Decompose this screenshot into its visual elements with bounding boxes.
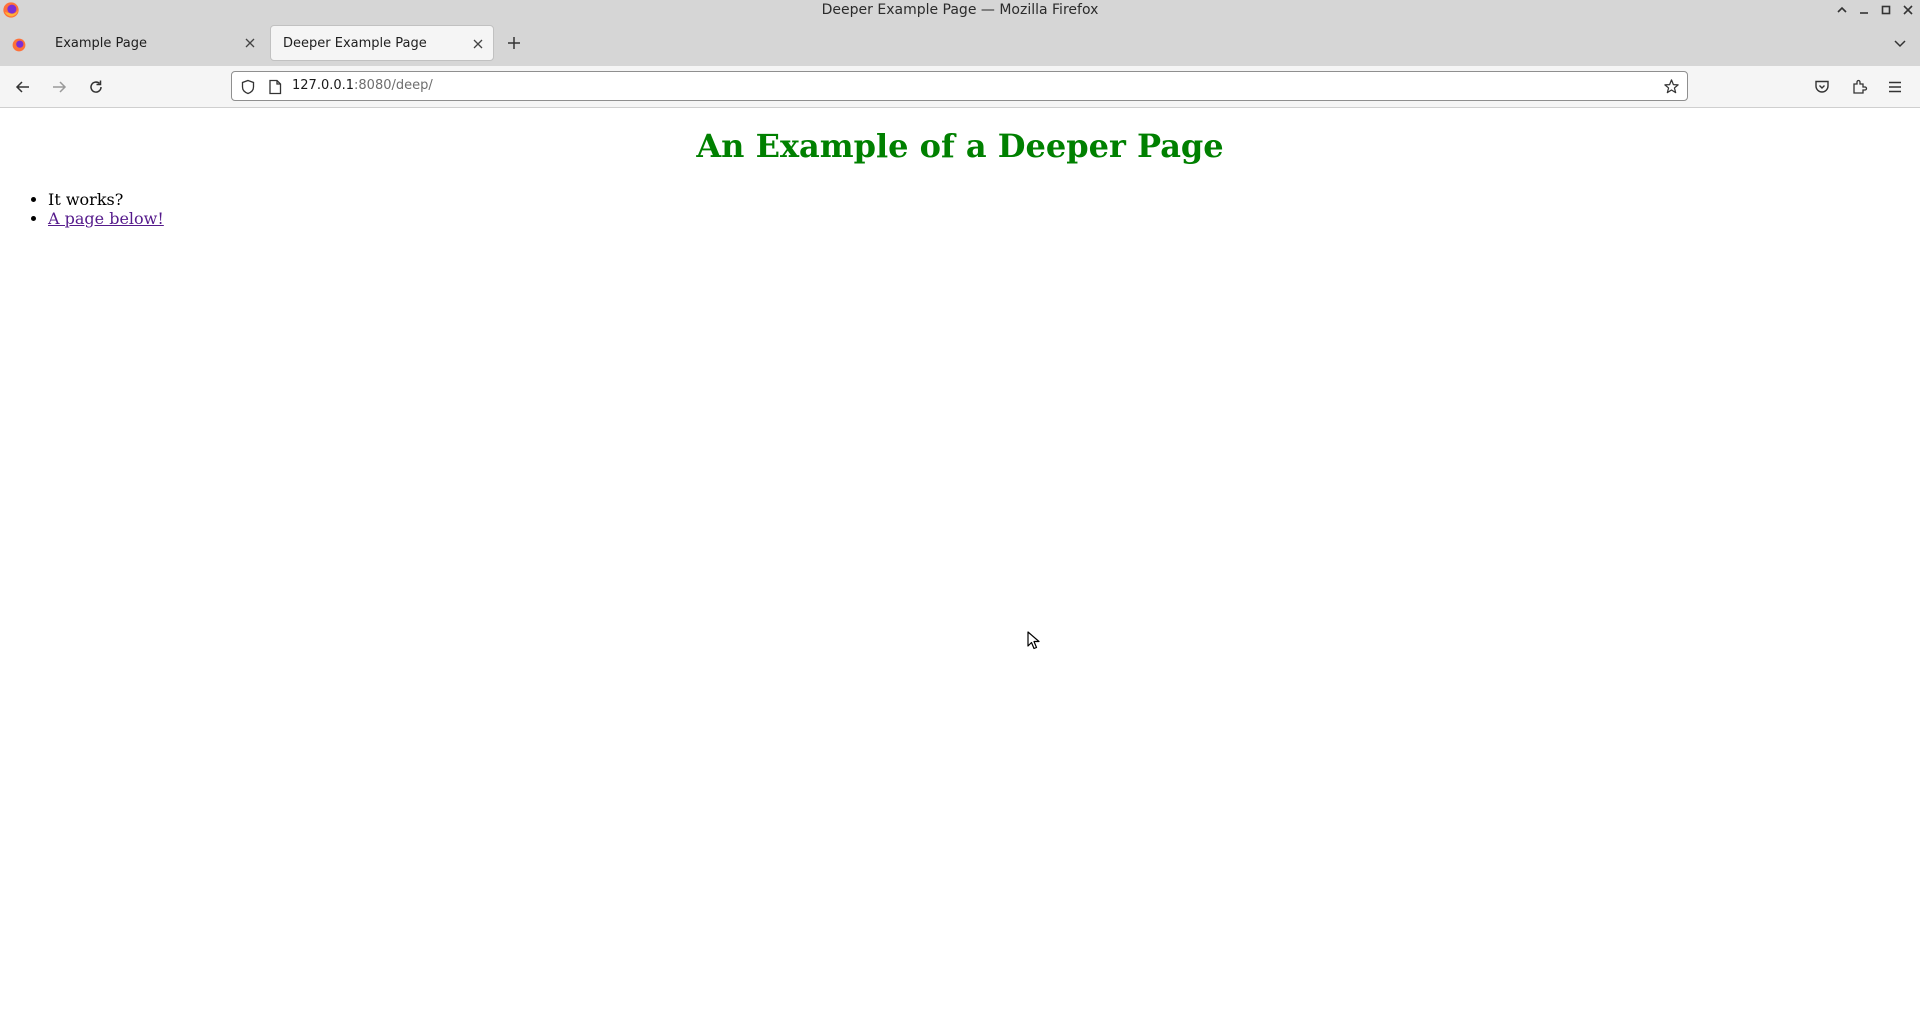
tab-label: Deeper Example Page	[283, 35, 427, 51]
pocket-icon[interactable]	[1813, 78, 1831, 96]
url-path: :8080/deep/	[354, 78, 433, 93]
new-tab-icon[interactable]	[505, 34, 523, 52]
tab-strip: Example Page Deeper Example Page	[0, 20, 1920, 66]
window-controls	[1836, 0, 1914, 20]
url-host: 127.0.0.1	[292, 78, 355, 93]
minimize-icon[interactable]	[1858, 4, 1870, 16]
navigation-toolbar: 127.0.0.1:8080/deep/	[0, 66, 1920, 108]
tab-deeper-example-page[interactable]: Deeper Example Page	[270, 25, 494, 61]
tab-example-page[interactable]: Example Page	[43, 25, 265, 61]
extensions-icon[interactable]	[1850, 78, 1868, 96]
content-list: It works? A page below!	[8, 190, 164, 228]
page-content: An Example of a Deeper Page It works? A …	[0, 108, 1920, 1018]
shield-icon[interactable]	[240, 79, 256, 95]
mouse-cursor-icon	[1027, 631, 1040, 650]
maximize-icon[interactable]	[1880, 4, 1892, 16]
window-titlebar: Deeper Example Page — Mozilla Firefox	[0, 0, 1920, 20]
window-title: Deeper Example Page — Mozilla Firefox	[821, 2, 1099, 18]
list-item-text: It works?	[48, 190, 124, 209]
tab-label: Example Page	[55, 35, 148, 51]
forward-arrow-icon[interactable]	[50, 78, 68, 96]
chevron-down-icon[interactable]	[1892, 35, 1908, 51]
hamburger-menu-icon[interactable]	[1886, 78, 1904, 96]
page-below-link[interactable]: A page below!	[48, 209, 164, 228]
star-icon[interactable]	[1663, 78, 1680, 95]
close-window-icon[interactable]	[1902, 4, 1914, 16]
firefox-icon	[3, 2, 19, 18]
firefox-view-icon[interactable]	[11, 37, 27, 53]
url-text[interactable]: 127.0.0.1:8080/deep/	[292, 78, 433, 93]
close-icon[interactable]	[243, 36, 257, 50]
list-item: A page below!	[48, 209, 164, 228]
page-heading: An Example of a Deeper Page	[696, 127, 1224, 165]
reload-icon[interactable]	[87, 78, 105, 96]
page-icon[interactable]	[268, 79, 282, 95]
list-item: It works?	[48, 190, 164, 209]
url-bar[interactable]: 127.0.0.1:8080/deep/	[231, 71, 1688, 101]
back-arrow-icon[interactable]	[14, 78, 32, 96]
chevron-up-icon[interactable]	[1836, 4, 1848, 16]
close-icon[interactable]	[471, 37, 485, 51]
